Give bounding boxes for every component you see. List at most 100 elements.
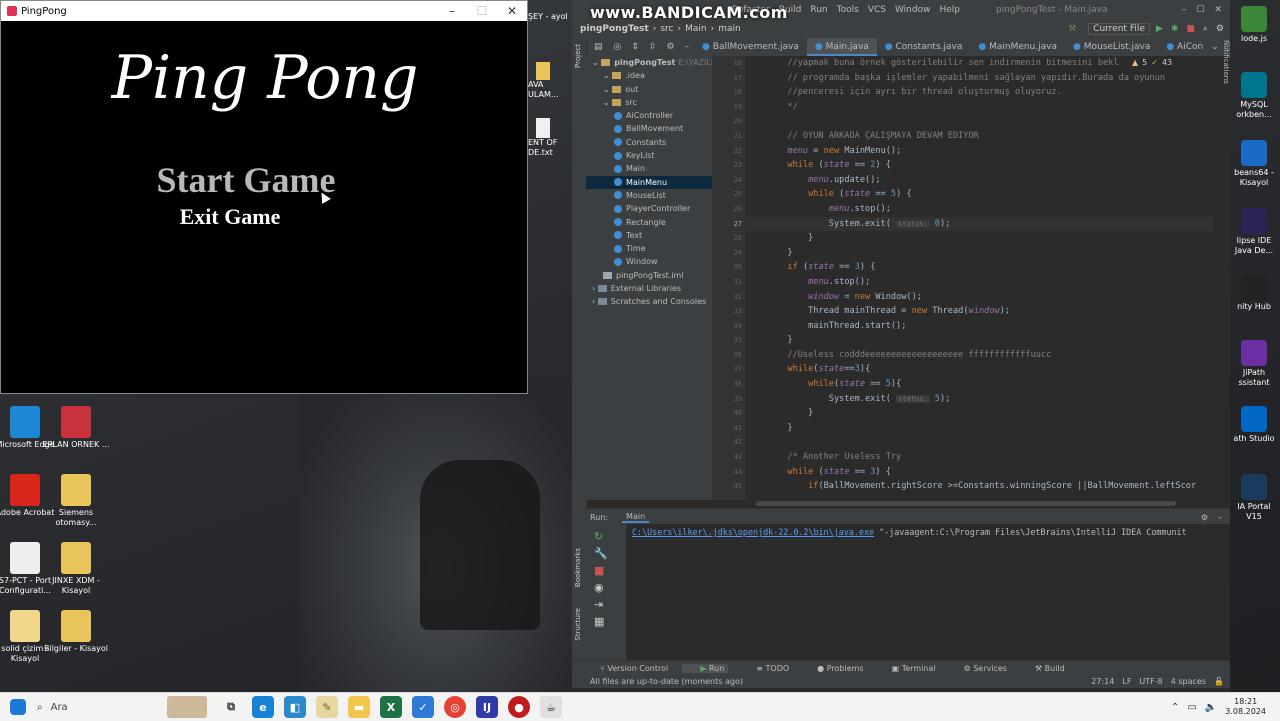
tool-tab-problems[interactable]: ● Problems xyxy=(803,664,863,673)
exit-icon[interactable]: ⇥ xyxy=(594,598,626,611)
caret-position[interactable]: 27:14 xyxy=(1091,677,1114,686)
network-icon[interactable]: ▭ xyxy=(1187,702,1196,713)
tool-tab-todo[interactable]: ≡ TODO xyxy=(742,664,789,673)
settings-gear-icon[interactable]: ⚙ xyxy=(1216,24,1224,34)
code-line[interactable]: menu.stop(); xyxy=(746,202,1214,217)
menu-window[interactable]: Window xyxy=(895,5,931,15)
expand-all-icon[interactable]: ⇕ xyxy=(631,42,639,52)
tree-item-pingpongtest-iml[interactable]: pingPongTest.iml xyxy=(586,269,712,282)
desktop-icon[interactable]: Siemens otomasy... xyxy=(41,474,111,528)
taskbar-search[interactable]: ⌕ Ara xyxy=(37,696,167,718)
code-line[interactable]: //Useless codddeeeeeeeeeeeeeeeeeee fffff… xyxy=(746,348,1214,363)
structure-side-tab[interactable]: Structure xyxy=(574,608,582,641)
search-icon[interactable]: ⌕ xyxy=(1203,24,1208,34)
tool-tab-run[interactable]: ▶ Run xyxy=(682,663,729,673)
code-line[interactable]: menu = new MainMenu(); xyxy=(746,144,1214,159)
code-line[interactable]: if(BallMovement.rightScore >=Constants.w… xyxy=(746,479,1214,494)
project-side-tab[interactable]: Project xyxy=(574,44,582,68)
edge-icon[interactable]: e xyxy=(252,696,274,718)
menu-vcs[interactable]: VCS xyxy=(868,5,886,15)
desktop-icon[interactable]: ath Studio xyxy=(1230,406,1278,444)
collapse-all-icon[interactable]: ⇳ xyxy=(649,42,657,52)
tree-item-ballmovement[interactable]: BallMovement xyxy=(586,122,712,135)
code-line[interactable]: // OYUN ARKADA ÇALIŞMAYA DEVAM EDIYOR xyxy=(746,129,1214,144)
desktop-icon[interactable]: JiPath ssistant xyxy=(1230,340,1278,388)
code-line[interactable]: while(state == 5){ xyxy=(746,377,1214,392)
tab-ballmovement-java[interactable]: ● BallMovement.java xyxy=(694,38,807,56)
breadcrumb-src[interactable]: src xyxy=(660,24,673,34)
desktop-icon[interactable]: nity Hub xyxy=(1230,274,1278,312)
rerun-icon[interactable]: ↻ xyxy=(594,530,626,543)
code-editor[interactable]: //yapmak buna örnek gösterilebilir sen i… xyxy=(746,56,1214,500)
desktop-icon[interactable]: Bilgiler - Kisayol xyxy=(41,610,111,654)
locate-icon[interactable]: ◎ xyxy=(614,42,622,52)
project-view-icon[interactable]: ▤ xyxy=(594,42,603,52)
debug-icon[interactable]: ✱ xyxy=(1171,24,1179,34)
code-line[interactable]: window = new Window(); xyxy=(746,290,1214,305)
close-icon[interactable]: ✕ xyxy=(497,4,527,18)
run-hide-icon[interactable]: – xyxy=(1218,513,1222,522)
java-path-link[interactable]: C:\Users\ilker\.jdks\openjdk-22.0.2\bin\… xyxy=(632,527,874,537)
desktop-icon[interactable]: MySQL orkben... xyxy=(1230,72,1278,120)
tree-item-time[interactable]: Time xyxy=(586,242,712,255)
menu-run[interactable]: Run xyxy=(810,5,827,15)
tree-item-pingpongtest[interactable]: ⌄ pingPongTestE:\YAZILIM\... xyxy=(586,56,712,69)
hide-icon[interactable]: – xyxy=(685,42,690,52)
run-icon[interactable]: ▶ xyxy=(1156,24,1163,34)
indent-setting[interactable]: 4 spaces xyxy=(1171,677,1206,686)
close-icon[interactable]: ✕ xyxy=(1214,5,1222,15)
stop-run-icon[interactable]: ■ xyxy=(594,564,626,577)
code-line[interactable]: } xyxy=(746,406,1214,421)
tree-item-mouselist[interactable]: MouseList xyxy=(586,189,712,202)
text-file-icon[interactable] xyxy=(536,118,550,138)
file-explorer-icon[interactable]: ▬ xyxy=(348,696,370,718)
breadcrumb-main-class[interactable]: Main xyxy=(685,24,707,34)
tree-item-src[interactable]: ⌄ src xyxy=(586,96,712,109)
breadcrumb-main-method[interactable]: main xyxy=(718,24,741,34)
code-line[interactable]: while(state==3){ xyxy=(746,362,1214,377)
code-line[interactable]: } xyxy=(746,421,1214,436)
tree-item-playercontroller[interactable]: PlayerController xyxy=(586,202,712,215)
code-line[interactable]: menu.stop(); xyxy=(746,275,1214,290)
breadcrumb-project[interactable]: pingPongTest xyxy=(580,24,649,34)
tree-item-scratches-and-consoles[interactable]: › Scratches and Consoles xyxy=(586,295,712,308)
menu-tools[interactable]: Tools xyxy=(837,5,859,15)
inspection-widget[interactable]: ▲ 5 ✓ 43 xyxy=(1132,58,1172,67)
todo-icon[interactable]: ✓ xyxy=(412,696,434,718)
editor-horizontal-scrollbar[interactable] xyxy=(746,500,1214,508)
notifications-side-tab[interactable]: Notifications xyxy=(1216,40,1230,140)
code-line[interactable]: System.exit( status: 5); xyxy=(746,392,1214,407)
lock-icon[interactable]: 🔓 xyxy=(1214,677,1224,686)
tree-item-idea[interactable]: ⌄ .idea xyxy=(586,69,712,82)
chrome-icon[interactable]: ◎ xyxy=(444,696,466,718)
start-windows-icon[interactable] xyxy=(10,699,26,715)
desktop-icon[interactable]: EPLAN ORNEK ... xyxy=(41,406,111,450)
code-line[interactable]: while (state == 5) { xyxy=(746,187,1214,202)
menu-help[interactable]: Help xyxy=(939,5,960,15)
tree-item-main[interactable]: Main xyxy=(586,162,712,175)
tab-constants-java[interactable]: ● Constants.java xyxy=(877,38,971,56)
maximize-icon[interactable]: ☐ xyxy=(1196,5,1204,15)
bandicam-icon[interactable]: ● xyxy=(508,696,530,718)
start-game-button[interactable]: Start Game xyxy=(1,159,491,201)
desktop-icon[interactable]: lode.js xyxy=(1230,6,1278,44)
intellij-window[interactable]: Refactor Build Run Tools VCS Window Help pingP… xyxy=(572,0,1234,692)
project-tree[interactable]: ⌄ pingPongTestE:\YAZILIM\...⌄ .idea⌄ out… xyxy=(586,56,712,500)
vscode-style-icon[interactable]: ◧ xyxy=(284,696,306,718)
line-separator[interactable]: LF xyxy=(1122,677,1131,686)
code-line[interactable]: menu.update(); xyxy=(746,173,1214,188)
minimize-icon[interactable]: – xyxy=(437,4,467,18)
code-line[interactable]: mainThread.start(); xyxy=(746,319,1214,334)
exit-game-button[interactable]: Exit Game xyxy=(1,204,459,230)
clock[interactable]: 18:21 3.08.2024 xyxy=(1225,697,1266,717)
file-encoding[interactable]: UTF-8 xyxy=(1139,677,1162,686)
stop-icon[interactable]: ■ xyxy=(1186,24,1195,34)
tool-tab-version-control[interactable]: ⑂ Version Control xyxy=(586,664,668,673)
volume-icon[interactable]: 🔈 xyxy=(1205,702,1217,713)
tree-item-constants[interactable]: Constants xyxy=(586,136,712,149)
run-settings-gear-icon[interactable]: ⚙ xyxy=(1201,513,1208,522)
desktop-icon[interactable]: lipse IDE Java De... xyxy=(1230,208,1278,256)
expand-arrow-icon[interactable]: ⌄ xyxy=(592,58,601,67)
code-line[interactable]: if (state == 3) { xyxy=(746,260,1214,275)
run-console[interactable] xyxy=(586,524,1230,660)
